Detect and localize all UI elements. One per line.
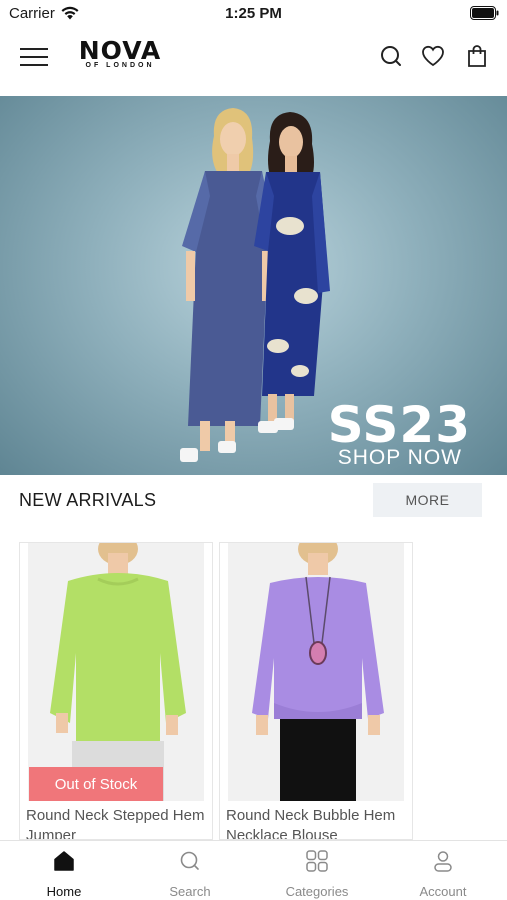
product-card[interactable]: Round Neck Bubble Hem Necklace Blouse [219, 542, 413, 840]
tab-search[interactable]: Search [127, 841, 253, 900]
tab-categories-label: Categories [285, 884, 349, 899]
home-icon [54, 851, 74, 871]
tab-home-label: Home [46, 884, 82, 899]
menu-icon[interactable] [20, 48, 48, 66]
product-image: Out of Stock [28, 543, 204, 801]
shop-now-link[interactable]: SHOP NOW [338, 446, 462, 470]
tab-categories[interactable]: Categories [254, 841, 380, 900]
brand-logo[interactable]: NOVA OF LONDON [78, 38, 162, 70]
product-image [228, 543, 404, 801]
search-icon[interactable] [379, 44, 403, 68]
search-icon [180, 851, 199, 870]
brand-subtitle: OF LONDON [85, 62, 155, 69]
tab-home[interactable]: Home [1, 841, 127, 900]
tab-account-label: Account [419, 884, 467, 899]
heart-icon[interactable] [421, 44, 445, 68]
brand-name: NOVA [78, 36, 162, 65]
tab-account[interactable]: Account [380, 841, 506, 900]
product-name[interactable]: Round Neck Stepped Hem Jumper [26, 806, 212, 839]
out-of-stock-badge: Out of Stock [29, 767, 163, 801]
battery-icon [470, 6, 499, 20]
product-card[interactable]: Out of Stock Round Neck Stepped Hem Jump… [19, 542, 213, 840]
grid-icon [306, 850, 328, 872]
tab-search-label: Search [169, 884, 211, 899]
blouse-photo [228, 543, 404, 801]
hero-banner[interactable]: SS23 SHOP NOW [0, 96, 507, 475]
product-name[interactable]: Round Neck Bubble Hem Necklace Blouse [226, 806, 412, 839]
new-arrivals-heading: NEW ARRIVALS [19, 490, 157, 510]
app-header: NOVA OF LONDON [0, 28, 507, 96]
user-icon [434, 851, 452, 872]
jumper-photo [28, 543, 204, 801]
status-time: 1:25 PM [225, 5, 282, 22]
shopping-bag-icon[interactable] [465, 44, 489, 68]
bottom-tab-bar: Home Search Categories Account [0, 840, 507, 900]
status-bar: Carrier 1:25 PM [0, 0, 507, 28]
more-button[interactable]: MORE [373, 483, 482, 517]
